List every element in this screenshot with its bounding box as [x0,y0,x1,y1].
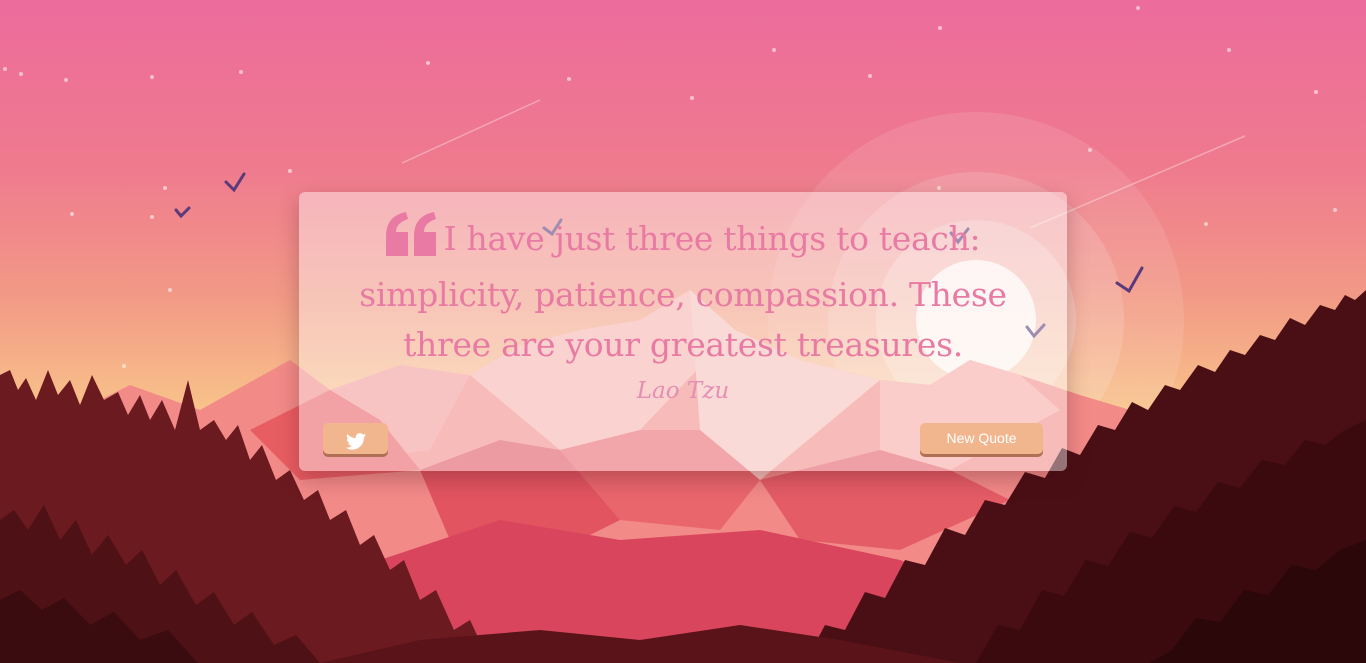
quote-card: I have just three things to teach: simpl… [299,192,1067,471]
new-quote-button[interactable]: New Quote [920,423,1043,454]
quote-text: I have just three things to teach: simpl… [359,219,1007,364]
tweet-button[interactable] [323,423,388,454]
quote-mark-icon [385,212,438,270]
quote-text-block: I have just three things to teach: simpl… [329,212,1037,370]
quote-author: Lao Tzu [636,378,730,404]
twitter-icon [345,433,366,450]
